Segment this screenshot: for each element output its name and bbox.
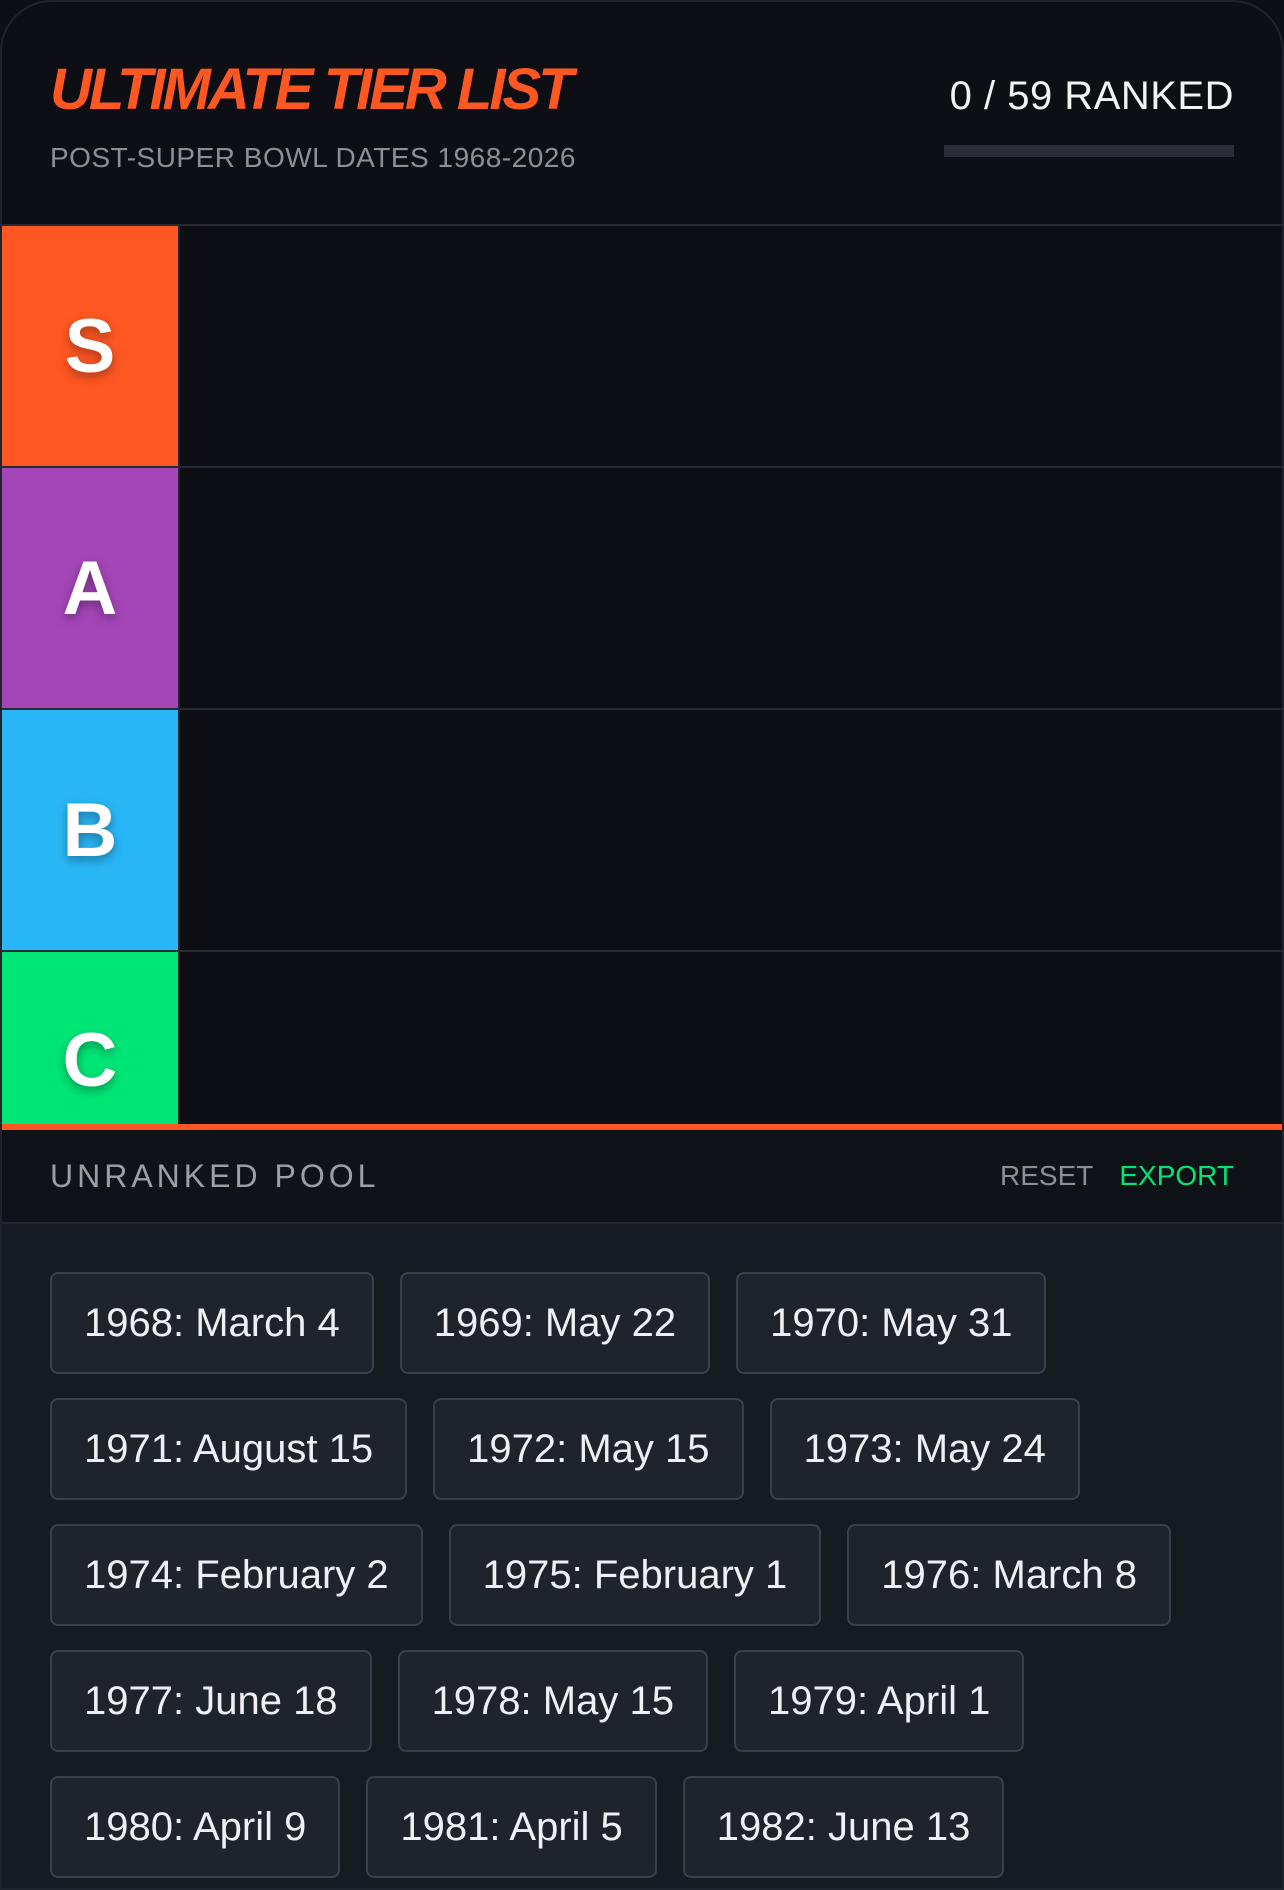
tier-dropzone-s[interactable] [180,226,1282,466]
date-chip[interactable]: 1982: June 13 [682,1776,1005,1878]
tier-label-c: C [2,952,180,1126]
tier-row-a: A [2,468,1282,710]
tier-list-app: ULTIMATE TIER LIST POST-SUPER BOWL DATES… [0,0,1284,1890]
date-chip[interactable]: 1972: May 15 [433,1398,744,1500]
tier-label-s: S [2,226,180,466]
unranked-pool: UNRANKED POOL RESET EXPORT 1968: March 4… [2,1124,1282,1888]
tier-label-b: B [2,710,180,950]
date-chip[interactable]: 1968: March 4 [50,1272,374,1374]
reset-button[interactable]: RESET [1000,1160,1093,1192]
date-chip[interactable]: 1976: March 8 [847,1524,1171,1626]
header: ULTIMATE TIER LIST POST-SUPER BOWL DATES… [2,2,1282,226]
pool-title: UNRANKED POOL [50,1157,380,1194]
tier-dropzone-b[interactable] [180,710,1282,950]
date-chip[interactable]: 1980: April 9 [50,1776,341,1878]
date-chip[interactable]: 1969: May 22 [399,1272,711,1374]
tier-dropzone-a[interactable] [180,468,1282,708]
date-chip[interactable]: 1973: May 24 [769,1398,1080,1500]
tier-row-c: C [2,952,1282,1126]
date-chip[interactable]: 1971: August 15 [50,1398,408,1500]
date-chip[interactable]: 1977: June 18 [50,1650,372,1752]
ranked-counter-text: 0 / 59 RANKED [949,74,1234,118]
pool-items: 1968: March 4 1969: May 22 1970: May 31 … [2,1224,1282,1878]
pool-header: UNRANKED POOL RESET EXPORT [2,1130,1282,1224]
date-chip[interactable]: 1978: May 15 [397,1650,708,1752]
date-chip[interactable]: 1981: April 5 [366,1776,657,1878]
ranked-progress-bar [944,145,1234,157]
date-chip[interactable]: 1974: February 2 [50,1524,423,1626]
pool-actions: RESET EXPORT [1000,1160,1234,1192]
tier-row-b: B [2,710,1282,952]
tier-dropzone-c[interactable] [180,952,1282,1126]
date-chip[interactable]: 1979: April 1 [733,1650,1025,1752]
export-button[interactable]: EXPORT [1119,1160,1234,1192]
date-chip[interactable]: 1970: May 31 [736,1272,1047,1374]
ranked-counter: 0 / 59 RANKED [944,74,1234,157]
tier-rows: S A B C [2,226,1282,1126]
tier-label-a: A [2,468,180,708]
date-chip[interactable]: 1975: February 1 [448,1524,822,1626]
tier-row-s: S [2,226,1282,468]
